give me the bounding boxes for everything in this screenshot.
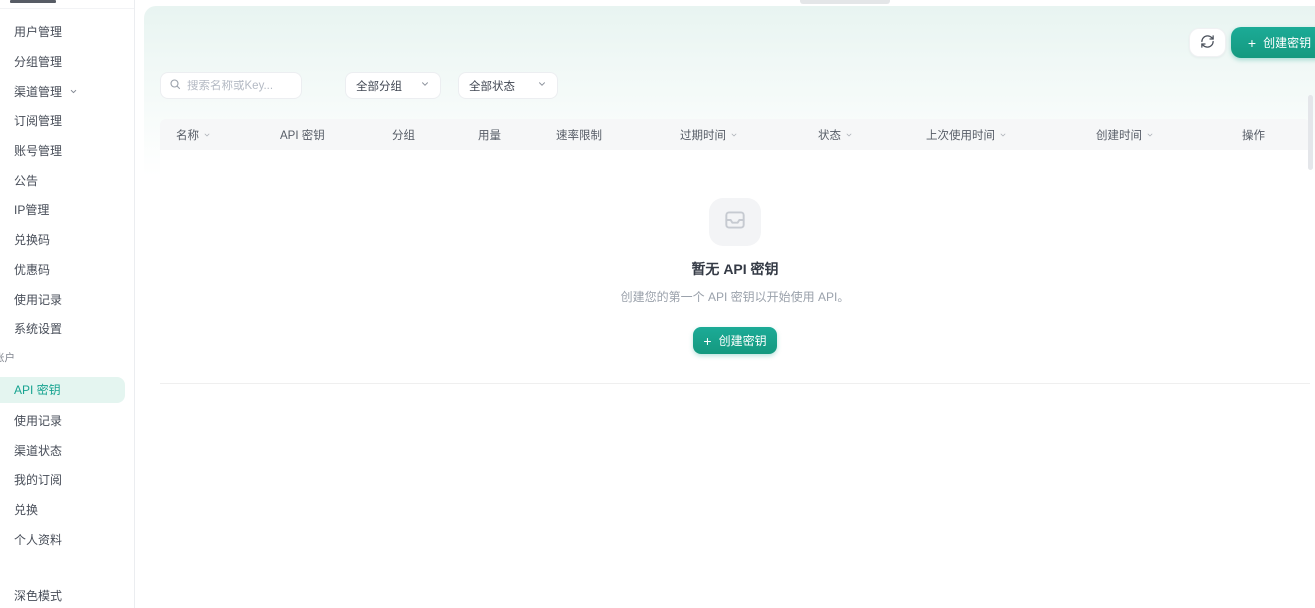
column-label: 用量 <box>478 127 501 143</box>
group-filter-select[interactable]: 全部分组 <box>345 72 441 99</box>
search-icon <box>169 77 181 95</box>
column-header-status[interactable]: 状态 <box>818 127 926 143</box>
sidebar-item-label: 系统设置 <box>14 320 62 337</box>
sidebar-item-label: 我的订阅 <box>14 471 62 488</box>
sidebar-item-my-subscriptions[interactable]: 我的订阅 <box>0 465 134 495</box>
sidebar-item-usage-logs[interactable]: 使用记录 <box>0 406 134 436</box>
sidebar-item-profile[interactable]: 个人资料 <box>0 524 134 554</box>
search-box <box>160 72 302 99</box>
sidebar-item-usage-logs-admin[interactable]: 使用记录 <box>0 284 134 314</box>
sidebar-item-system-settings[interactable]: 系统设置 <box>0 314 134 344</box>
sidebar-item-label: API 密钥 <box>14 381 61 398</box>
sidebar-item-account-management[interactable]: 账号管理 <box>0 136 134 166</box>
column-label: 速率限制 <box>556 127 602 143</box>
column-label: 状态 <box>818 127 841 143</box>
create-key-label: 创建密钥 <box>1263 34 1311 51</box>
column-header-api-key: API 密钥 <box>280 127 392 143</box>
sidebar-top-divider <box>0 8 135 9</box>
sidebar-item-channel-status[interactable]: 渠道状态 <box>0 435 134 465</box>
plus-icon: + <box>703 334 711 348</box>
sidebar-item-label: 使用记录 <box>14 291 62 308</box>
status-filter-select[interactable]: 全部状态 <box>458 72 558 99</box>
table-bottom-divider <box>160 383 1310 384</box>
chevron-down-icon <box>420 79 430 92</box>
sidebar-item-label: 用户管理 <box>14 23 62 40</box>
sidebar-item-label: 渠道状态 <box>14 442 62 459</box>
sidebar-item-label: 使用记录 <box>14 412 62 429</box>
sidebar-item-coupon-codes[interactable]: 优惠码 <box>0 255 134 285</box>
create-key-button-empty-state[interactable]: + 创建密钥 <box>693 327 777 354</box>
column-label: 分组 <box>392 127 415 143</box>
column-label: 操作 <box>1242 127 1265 143</box>
refresh-icon <box>1200 34 1215 52</box>
sort-icon <box>999 131 1007 139</box>
sidebar-item-group-management[interactable]: 分组管理 <box>0 47 134 77</box>
inbox-icon <box>722 207 748 238</box>
chevron-down-icon <box>537 79 547 92</box>
sort-icon <box>730 131 738 139</box>
column-label: API 密钥 <box>280 127 325 143</box>
sidebar-item-label: 兑换 <box>14 501 38 518</box>
sidebar-item-label: 兑换码 <box>14 231 50 248</box>
empty-state-subtitle: 创建您的第一个 API 密钥以开始使用 API。 <box>621 288 850 305</box>
create-key-button-toolbar[interactable]: + 创建密钥 <box>1231 27 1315 58</box>
empty-state: 暂无 API 密钥 创建您的第一个 API 密钥以开始使用 API。 + 创建密… <box>160 150 1310 383</box>
empty-state-icon-tile <box>709 198 761 246</box>
sidebar: 用户管理 分组管理 渠道管理 订阅管理 账号管理 公告 IP管理 兑换码 优惠码… <box>0 0 135 608</box>
chevron-down-icon <box>69 87 78 96</box>
column-header-group: 分组 <box>392 127 478 143</box>
column-header-last-used[interactable]: 上次使用时间 <box>926 127 1096 143</box>
sidebar-nav: 用户管理 分组管理 渠道管理 订阅管理 账号管理 公告 IP管理 兑换码 优惠码… <box>0 0 134 554</box>
sort-icon <box>845 131 853 139</box>
sidebar-item-label: 公告 <box>14 172 38 189</box>
column-header-usage: 用量 <box>478 127 556 143</box>
sidebar-item-label: 渠道管理 <box>14 83 62 100</box>
sort-icon <box>203 131 211 139</box>
sidebar-item-redeem[interactable]: 兑换 <box>0 495 134 525</box>
sidebar-item-subscription-management[interactable]: 订阅管理 <box>0 106 134 136</box>
sidebar-item-ip-management[interactable]: IP管理 <box>0 195 134 225</box>
dark-mode-toggle[interactable]: 深色模式 <box>0 581 135 608</box>
column-header-name[interactable]: 名称 <box>176 127 280 143</box>
sidebar-item-label: 优惠码 <box>14 261 50 278</box>
table-header-row: 名称 API 密钥 分组 用量 速率限制 过期时间 状态 上次使用时间 创建时间… <box>160 119 1310 150</box>
dark-mode-label: 深色模式 <box>14 587 62 604</box>
sidebar-item-label: 分组管理 <box>14 53 62 70</box>
sidebar-item-label: 个人资料 <box>14 531 62 548</box>
empty-state-title: 暂无 API 密钥 <box>691 259 778 279</box>
status-filter-value: 全部状态 <box>469 78 515 94</box>
sidebar-item-label: 订阅管理 <box>14 112 62 129</box>
group-filter-value: 全部分组 <box>356 78 402 94</box>
main-content: + 创建密钥 全部分组 全部状态 名称 API 密钥 分组 用量 速率限制 过期… <box>136 0 1315 608</box>
sidebar-item-label: IP管理 <box>14 201 49 218</box>
sidebar-item-channel-management[interactable]: 渠道管理 <box>0 76 134 106</box>
scrollbar-thumb[interactable] <box>1308 95 1313 170</box>
sidebar-section-label-account: 账户 <box>0 344 134 366</box>
column-header-created-time[interactable]: 创建时间 <box>1096 127 1242 143</box>
column-label: 创建时间 <box>1096 127 1142 143</box>
create-key-label: 创建密钥 <box>719 332 767 349</box>
sort-icon <box>1146 131 1154 139</box>
sidebar-item-label: 账号管理 <box>14 142 62 159</box>
column-header-expiry-time[interactable]: 过期时间 <box>680 127 818 143</box>
column-header-actions: 操作 <box>1242 127 1294 143</box>
column-header-rate-limit: 速率限制 <box>556 127 680 143</box>
refresh-button[interactable] <box>1189 28 1226 57</box>
sidebar-item-user-management[interactable]: 用户管理 <box>0 17 134 47</box>
column-label: 名称 <box>176 127 199 143</box>
column-label: 上次使用时间 <box>926 127 995 143</box>
search-input[interactable] <box>187 80 293 92</box>
sidebar-item-api-keys[interactable]: API 密钥 <box>0 377 125 403</box>
top-scroll-indicator <box>800 0 890 4</box>
sidebar-item-announcements[interactable]: 公告 <box>0 165 134 195</box>
column-label: 过期时间 <box>680 127 726 143</box>
clipped-nav-item-fragment <box>10 0 56 3</box>
sidebar-item-redemption-codes[interactable]: 兑换码 <box>0 225 134 255</box>
plus-icon: + <box>1248 36 1256 50</box>
